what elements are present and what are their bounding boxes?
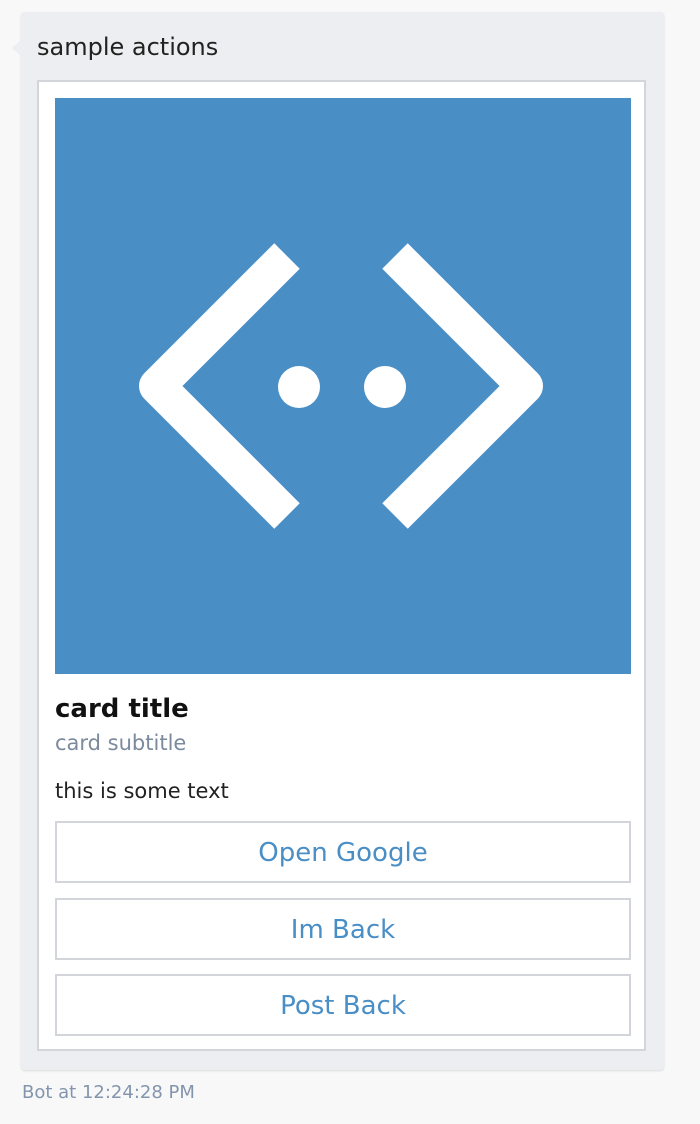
- message-timestamp: Bot at 12:24:28 PM: [22, 1082, 195, 1103]
- bot-framework-logo-icon: [55, 98, 631, 674]
- card-subtitle: card subtitle: [55, 731, 187, 755]
- post-back-button[interactable]: Post Back: [55, 974, 631, 1036]
- hero-card: card title card subtitle this is some te…: [37, 80, 646, 1051]
- open-google-button[interactable]: Open Google: [55, 821, 631, 883]
- message-text: sample actions: [37, 33, 219, 61]
- bot-message-bubble: sample actions card title card subtitle …: [12, 12, 664, 1070]
- bubble-tail: [12, 40, 21, 56]
- card-image: [55, 98, 631, 674]
- im-back-button[interactable]: Im Back: [55, 898, 631, 960]
- card-title: card title: [55, 694, 189, 724]
- card-text: this is some text: [55, 779, 229, 803]
